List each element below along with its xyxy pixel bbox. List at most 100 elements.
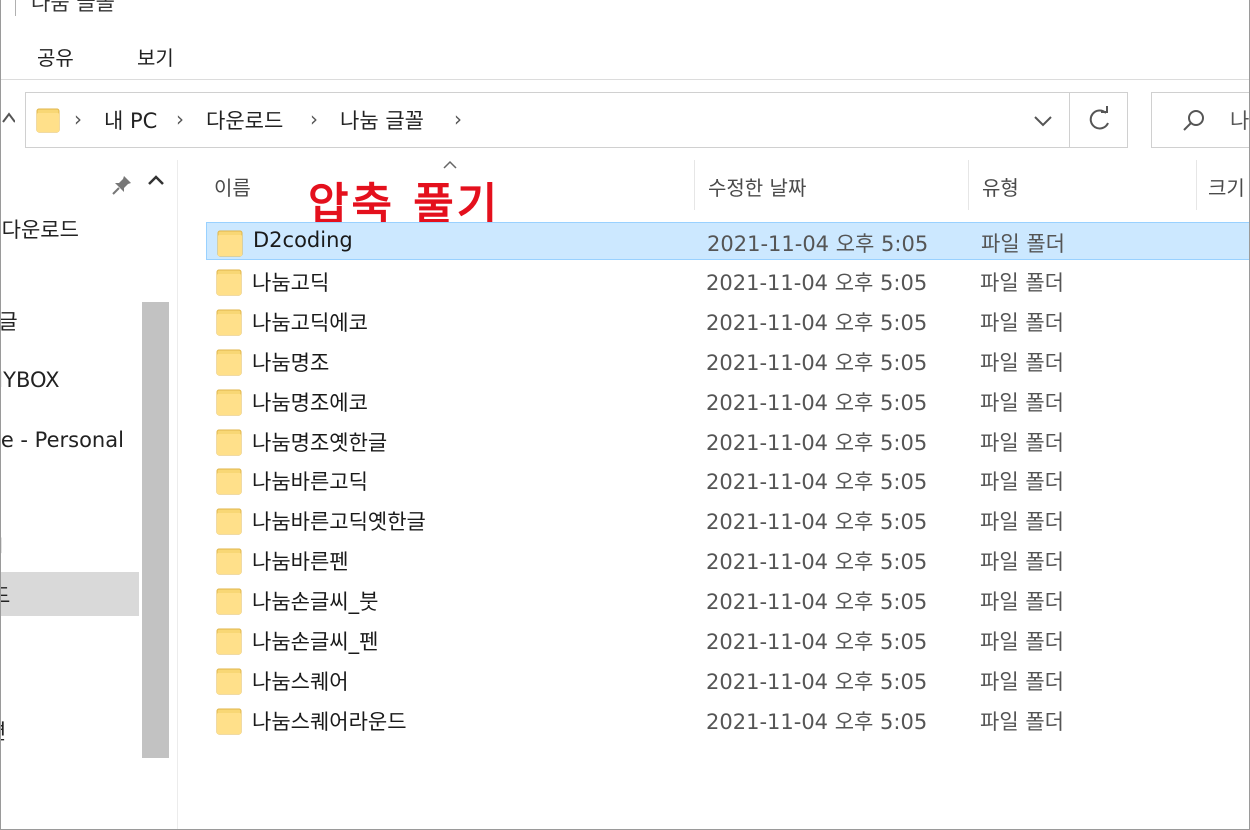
file-modified-date: 2021-11-04 오후 5:05	[706, 669, 928, 694]
folder-icon	[216, 587, 242, 615]
sidebar-item-desktop[interactable]: 면	[1, 716, 6, 746]
file-row[interactable]: D2coding 2021-11-04 오후 5:05 파일 폴더	[206, 222, 1249, 260]
search-icon	[1180, 107, 1208, 135]
file-modified-date: 2021-11-04 오후 5:05	[707, 232, 929, 256]
file-row[interactable]: 나눔바른고딕 2021-11-04 오후 5:05 파일 폴더	[206, 461, 1249, 499]
folder-icon	[216, 627, 242, 655]
folder-icon	[216, 507, 242, 535]
file-row[interactable]: 나눔고딕에코 2021-11-04 오후 5:05 파일 폴더	[206, 302, 1249, 340]
file-type: 파일 폴더	[981, 232, 1065, 256]
folder-icon	[216, 308, 242, 336]
file-row[interactable]: 나눔명조 2021-11-04 오후 5:05 파일 폴더	[206, 342, 1249, 380]
explorer-window: 나눔 글꼴 공유 보기 › 내 PC › 다운로드 › 나눔 글꼴 › 나 다운…	[0, 0, 1250, 830]
sidebar-item-selected[interactable]: 드	[1, 572, 139, 616]
file-modified-date: 2021-11-04 오후 5:05	[706, 550, 928, 575]
file-name: 나눔명조	[252, 350, 330, 375]
breadcrumb-my-pc[interactable]: 내 PC	[104, 105, 157, 135]
sidebar-item-partial[interactable]: Ι	[1, 534, 3, 558]
file-row[interactable]: 나눔바른고딕옛한글 2021-11-04 오후 5:05 파일 폴더	[206, 501, 1249, 539]
sidebar-item-google[interactable]: 구글	[1, 306, 18, 336]
file-name: 나눔바른고딕	[252, 470, 368, 495]
file-modified-date: 2021-11-04 오후 5:05	[706, 430, 928, 455]
file-type: 파일 폴더	[980, 270, 1064, 295]
file-row[interactable]: 나눔스퀘어라운드 2021-11-04 오후 5:05 파일 폴더	[206, 701, 1249, 739]
file-type: 파일 폴더	[980, 310, 1064, 335]
file-row[interactable]: 나눔명조옛한글 2021-11-04 오후 5:05 파일 폴더	[206, 422, 1249, 460]
file-name: 나눔스퀘어	[252, 669, 349, 694]
column-header-type[interactable]: 유형	[982, 172, 1019, 201]
breadcrumb-chevron-icon[interactable]: ›	[454, 107, 462, 131]
file-row[interactable]: 나눔바른펜 2021-11-04 오후 5:05 파일 폴더	[206, 541, 1249, 579]
file-name: 나눔명조옛한글	[252, 430, 388, 455]
search-input[interactable]: 나	[1230, 105, 1249, 135]
file-type: 파일 폴더	[980, 630, 1064, 654]
up-arrow-icon[interactable]	[1, 98, 16, 138]
file-row[interactable]: 나눔손글씨_펜 2021-11-04 오후 5:05 파일 폴더	[206, 621, 1249, 659]
chevron-down-icon[interactable]	[1031, 107, 1055, 133]
breadcrumb-current-folder[interactable]: 나눔 글꼴	[340, 105, 424, 135]
column-divider[interactable]	[1196, 160, 1197, 210]
folder-icon	[216, 547, 242, 575]
breadcrumb-chevron-icon[interactable]: ›	[74, 107, 82, 131]
breadcrumb-chevron-icon[interactable]: ›	[176, 107, 184, 131]
search-box[interactable]: 나	[1151, 92, 1249, 148]
file-modified-date: 2021-11-04 오후 5:05	[706, 350, 928, 375]
folder-icon	[216, 707, 242, 735]
breadcrumb-downloads[interactable]: 다운로드	[206, 105, 283, 135]
file-name: 나눔고딕에코	[252, 310, 368, 335]
ribbon-tab-view[interactable]: 보기	[137, 42, 174, 71]
file-row[interactable]: 나눔고딕 2021-11-04 오후 5:05 파일 폴더	[206, 262, 1249, 300]
folder-icon	[216, 428, 242, 456]
folder-icon	[217, 229, 243, 257]
ribbon: 공유 보기	[1, 30, 1249, 80]
file-row[interactable]: 나눔스퀘어 2021-11-04 오후 5:05 파일 폴더	[206, 661, 1249, 699]
file-modified-date: 2021-11-04 오후 5:05	[706, 310, 928, 335]
sidebar-item-downloads[interactable]: 컴퓨터 다운로드	[1, 214, 79, 244]
column-divider[interactable]	[968, 160, 969, 210]
sidebar-item-onedrive[interactable]: OneDrive - Personal	[1, 428, 124, 452]
window-title: 나눔 글꼴	[31, 0, 115, 15]
file-modified-date: 2021-11-04 오후 5:05	[706, 630, 928, 654]
file-name: 나눔손글씨_펜	[252, 630, 379, 654]
folder-icon	[36, 107, 60, 133]
sidebar-item-mybox[interactable]: MYBOX	[1, 368, 60, 392]
address-bar[interactable]: › 내 PC › 다운로드 › 나눔 글꼴 ›	[25, 92, 1070, 148]
folder-icon	[216, 268, 242, 296]
column-header-name[interactable]: 이름	[214, 172, 251, 201]
file-name: D2coding	[253, 228, 353, 252]
title-separator	[15, 0, 16, 16]
file-name: 나눔스퀘어라운드	[252, 709, 407, 734]
file-type: 파일 폴더	[980, 350, 1064, 375]
column-header-size[interactable]: 크기	[1208, 172, 1245, 201]
sidebar-item-label: 드	[1, 580, 10, 610]
folder-icon	[216, 667, 242, 695]
file-modified-date: 2021-11-04 오후 5:05	[706, 709, 928, 734]
refresh-button[interactable]	[1070, 92, 1128, 148]
file-name: 나눔명조에코	[252, 390, 368, 415]
file-name: 나눔바른펜	[252, 550, 349, 575]
file-type: 파일 폴더	[980, 430, 1064, 455]
ribbon-tab-share[interactable]: 공유	[37, 42, 74, 71]
column-divider[interactable]	[694, 160, 695, 210]
file-type: 파일 폴더	[980, 709, 1064, 734]
column-header-modified[interactable]: 수정한 날짜	[708, 172, 806, 201]
file-row[interactable]: 나눔손글씨_붓 2021-11-04 오후 5:05 파일 폴더	[206, 581, 1249, 619]
sidebar-scrollbar-thumb[interactable]	[142, 302, 169, 758]
file-row[interactable]: 나눔명조에코 2021-11-04 오후 5:05 파일 폴더	[206, 382, 1249, 420]
file-modified-date: 2021-11-04 오후 5:05	[706, 390, 928, 415]
file-type: 파일 폴더	[980, 510, 1064, 535]
title-bar: 나눔 글꼴	[1, 0, 1249, 18]
file-type: 파일 폴더	[980, 590, 1064, 615]
file-modified-date: 2021-11-04 오후 5:05	[706, 590, 928, 615]
breadcrumb-chevron-icon[interactable]: ›	[310, 107, 318, 131]
scroll-up-arrow-icon[interactable]	[145, 168, 167, 194]
file-modified-date: 2021-11-04 오후 5:05	[706, 470, 928, 495]
pin-icon[interactable]	[111, 174, 133, 196]
file-type: 파일 폴더	[980, 550, 1064, 575]
file-name: 나눔고딕	[252, 270, 330, 295]
refresh-icon	[1089, 106, 1109, 130]
file-name: 나눔손글씨_붓	[252, 590, 379, 615]
file-type: 파일 폴더	[980, 669, 1064, 694]
file-type: 파일 폴더	[980, 390, 1064, 415]
file-name: 나눔바른고딕옛한글	[252, 510, 426, 535]
